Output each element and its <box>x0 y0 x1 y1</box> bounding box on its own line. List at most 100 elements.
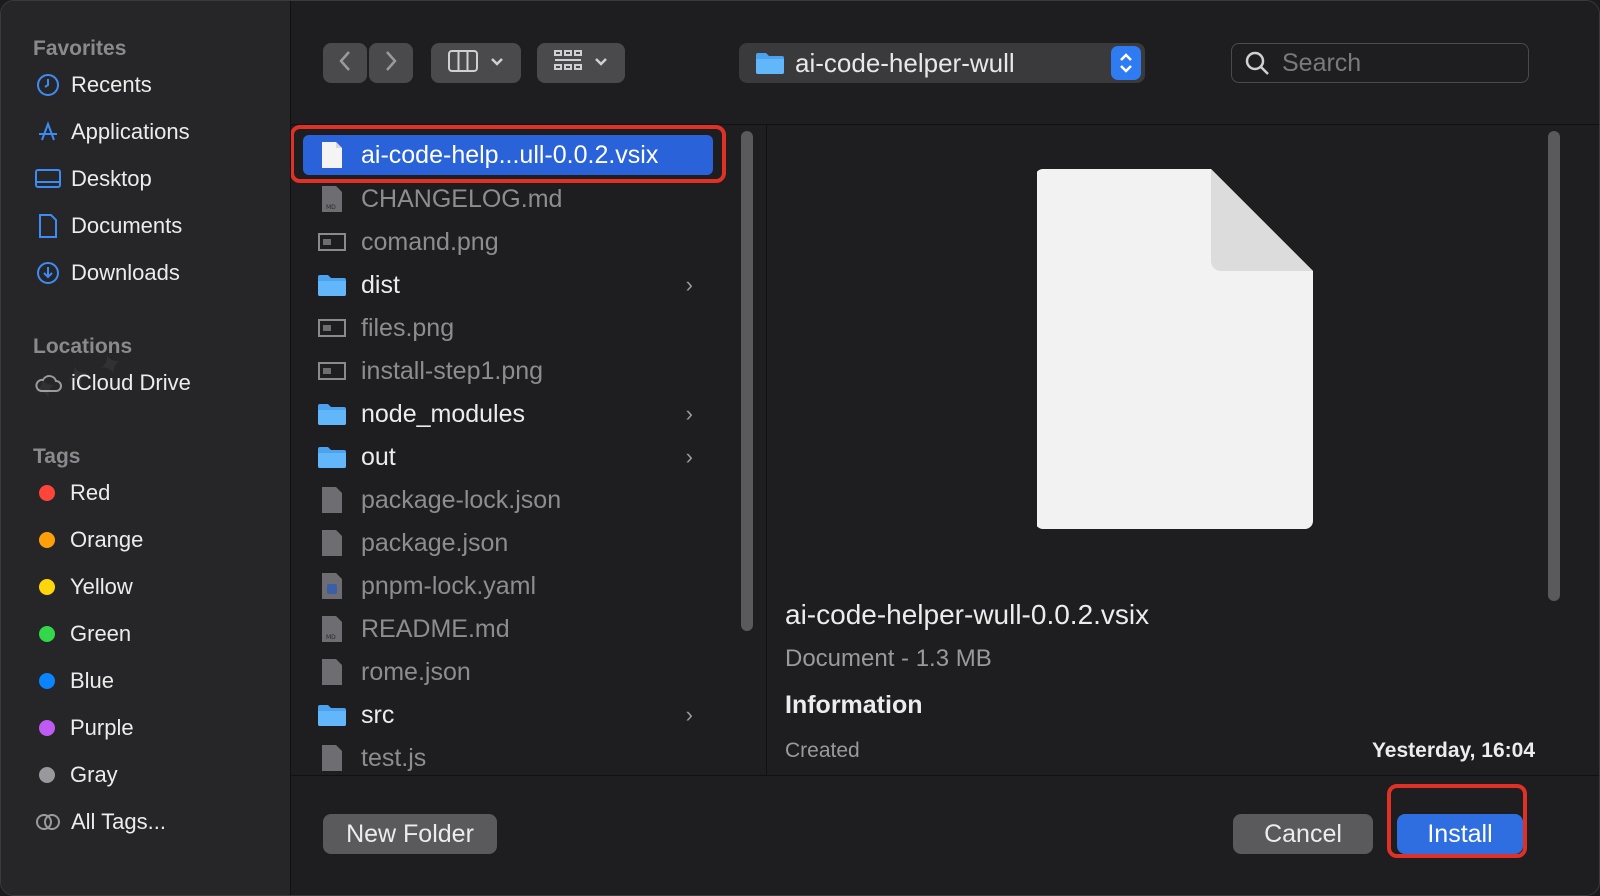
file-name: package-lock.json <box>361 485 562 514</box>
sidebar-item-tag-orange[interactable]: Orange <box>33 520 273 560</box>
sidebar-item-label: Blue <box>70 668 115 693</box>
file-name: rome.json <box>361 657 471 686</box>
sidebar-item-applications[interactable]: Applications <box>33 112 273 152</box>
chevron-right-icon: › <box>685 272 693 297</box>
svg-text:MD: MD <box>326 204 336 211</box>
file-icon <box>317 528 347 558</box>
preview-scrollbar[interactable] <box>1548 131 1560 601</box>
highlight-box-install <box>1387 784 1527 858</box>
sidebar-item-label: Gray <box>70 762 118 787</box>
cancel-button[interactable]: Cancel <box>1233 814 1373 854</box>
file-icon <box>317 657 347 687</box>
yellow-tag-dot-icon <box>39 579 55 595</box>
file-open-dialog: Favorites Recents Applications Desktop D… <box>0 0 1600 896</box>
file-row-package-json[interactable]: package.json <box>303 523 713 563</box>
sidebar-item-tag-yellow[interactable]: Yellow <box>33 567 273 607</box>
sidebar-item-label: Purple <box>70 715 134 740</box>
file-row-pnpm-lock-yaml[interactable]: pnpm-lock.yaml <box>303 566 713 606</box>
chevron-right-icon <box>384 50 398 77</box>
search-icon <box>1244 50 1270 76</box>
yaml-file-icon <box>317 571 347 601</box>
sidebar-item-tag-gray[interactable]: Gray <box>33 755 273 795</box>
document-preview-icon <box>1035 169 1317 529</box>
sidebar-item-label: Recents <box>71 72 152 97</box>
back-button[interactable] <box>323 43 367 83</box>
file-row-dist[interactable]: dist › <box>303 265 713 305</box>
chevron-right-icon: › <box>685 444 693 469</box>
group-by-button[interactable] <box>537 43 625 83</box>
cloud-icon <box>33 369 63 397</box>
sidebar-item-tag-purple[interactable]: Purple <box>33 708 273 748</box>
file-row-files-png[interactable]: files.png <box>303 308 713 348</box>
sidebar-item-label: Orange <box>70 527 144 552</box>
file-row-src[interactable]: src › <box>303 695 713 735</box>
sidebar-item-documents[interactable]: Documents <box>33 206 273 246</box>
file-row-install-step1-png[interactable]: install-step1.png <box>303 351 713 391</box>
file-name: dist <box>361 270 400 299</box>
preview-created-label: Created <box>785 739 860 762</box>
file-row-test-js[interactable]: test.js <box>303 738 713 775</box>
file-name: node_modules <box>361 399 526 428</box>
clock-icon <box>33 71 63 99</box>
svg-text:MD: MD <box>326 634 336 641</box>
green-tag-dot-icon <box>39 626 55 642</box>
markdown-file-icon: MD <box>317 184 347 214</box>
file-name: install-step1.png <box>361 356 544 385</box>
sidebar-item-all-tags[interactable]: All Tags... <box>33 802 273 842</box>
file-row-readme-md[interactable]: MD README.md <box>303 609 713 649</box>
sidebar-item-label: All Tags... <box>71 809 166 834</box>
file-name: package.json <box>361 528 509 557</box>
sidebar-item-label: Red <box>70 480 111 505</box>
image-file-icon <box>317 356 347 386</box>
file-name: test.js <box>361 743 427 772</box>
up-down-chevron-icon <box>1111 46 1141 80</box>
sidebar-item-tag-green[interactable]: Green <box>33 614 273 654</box>
location-popup-label: ai-code-helper-wull <box>795 47 1015 78</box>
preview-filename: ai-code-helper-wull-0.0.2.vsix <box>785 599 1150 630</box>
file-name: pnpm-lock.yaml <box>361 571 537 600</box>
gray-tag-dot-icon <box>39 767 55 783</box>
chevron-left-icon <box>338 50 352 77</box>
file-row-comand-png[interactable]: comand.png <box>303 222 713 262</box>
preview-kind-size: Document - 1.3 MB <box>785 645 992 672</box>
grid-icon <box>554 49 582 78</box>
chevron-right-icon: › <box>685 702 693 727</box>
applications-icon <box>33 118 63 146</box>
file-name: out <box>361 442 396 471</box>
highlight-box-selected-file <box>291 125 726 183</box>
sidebar-item-icloud-drive[interactable]: iCloud Drive <box>33 363 273 403</box>
all-tags-icon <box>33 808 63 836</box>
blue-tag-dot-icon <box>39 673 55 689</box>
sidebar-item-tag-red[interactable]: Red <box>33 473 273 513</box>
sidebar-item-downloads[interactable]: Downloads <box>33 253 273 293</box>
file-row-rome-json[interactable]: rome.json <box>303 652 713 692</box>
file-name: src <box>361 700 395 729</box>
sidebar-item-label: Green <box>70 621 132 646</box>
image-file-icon <box>317 227 347 257</box>
forward-button[interactable] <box>369 43 413 83</box>
preview-pane: ai-code-helper-wull-0.0.2.vsix Document … <box>767 125 1599 775</box>
sidebar-item-desktop[interactable]: Desktop <box>33 159 273 199</box>
search-field[interactable]: Search <box>1231 43 1529 83</box>
folder-icon <box>317 399 347 429</box>
file-name: README.md <box>361 614 510 643</box>
search-placeholder: Search <box>1282 48 1362 77</box>
file-row-changelog[interactable]: MD CHANGELOG.md <box>303 179 713 219</box>
file-name: comand.png <box>361 227 499 256</box>
markdown-file-icon: MD <box>317 614 347 644</box>
sidebar-item-label: iCloud Drive <box>71 370 191 395</box>
sidebar-item-recents[interactable]: Recents <box>33 65 273 105</box>
file-list-scrollbar[interactable] <box>741 131 753 631</box>
chevron-right-icon: › <box>685 401 693 426</box>
file-row-node-modules[interactable]: node_modules › <box>303 394 713 434</box>
file-row-out[interactable]: out › <box>303 437 713 477</box>
file-row-package-lock-json[interactable]: package-lock.json <box>303 480 713 520</box>
file-icon <box>317 743 347 773</box>
chevron-down-icon <box>490 54 504 72</box>
preview-created-value: Yesterday, 16:04 <box>1371 739 1535 762</box>
view-columns-button[interactable] <box>431 43 521 83</box>
sidebar-item-tag-blue[interactable]: Blue <box>33 661 273 701</box>
new-folder-button[interactable]: New Folder <box>323 814 497 854</box>
location-popup[interactable]: ai-code-helper-wull <box>739 43 1145 83</box>
locations-section-label: Locations <box>33 335 133 358</box>
